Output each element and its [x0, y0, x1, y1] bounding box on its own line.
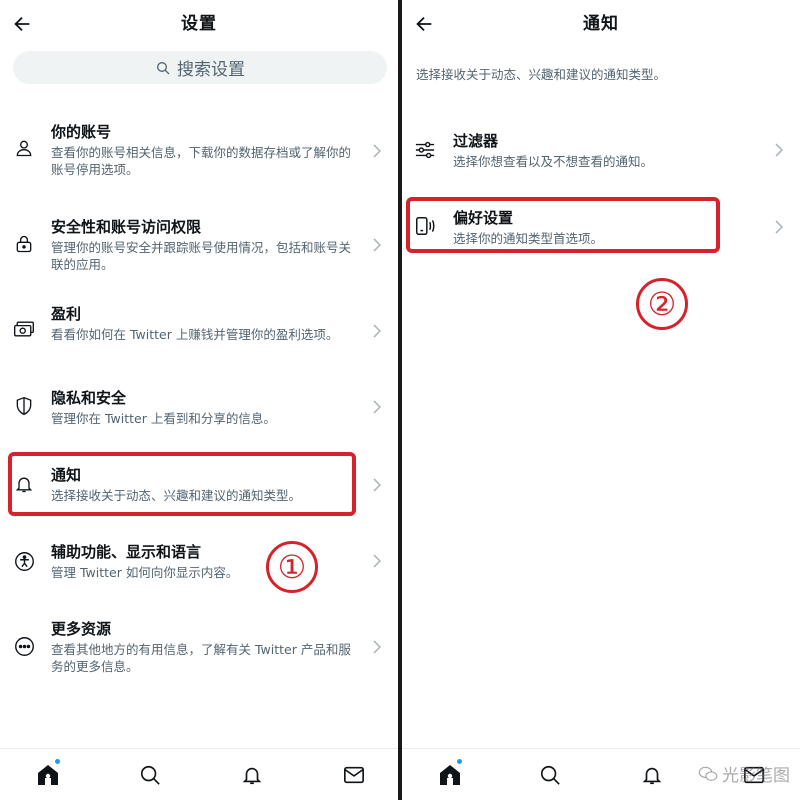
- notifications-item-preferences[interactable]: 偏好设置 选择你的通知类型首选项。: [402, 207, 800, 251]
- home-icon: [38, 765, 58, 785]
- step-annotation-2: ②: [636, 278, 688, 330]
- settings-item-more-resources[interactable]: 更多资源 查看其他地方的有用信息，了解有关 Twitter 产品和服务的更多信息…: [0, 618, 398, 678]
- item-title: 偏好设置: [453, 209, 514, 227]
- tab-home[interactable]: [34, 758, 62, 789]
- lock-icon: [13, 233, 35, 255]
- tab-notifications[interactable]: [638, 761, 666, 789]
- bell-icon: [242, 767, 262, 785]
- wechat-icon: [698, 766, 718, 781]
- page-subtitle: 选择接收关于动态、兴趣和建议的通知类型。: [416, 67, 667, 82]
- notification-dot: [456, 758, 463, 765]
- watermark: 光影笔图: [698, 761, 790, 786]
- item-desc: 选择接收关于动态、兴趣和建议的通知类型。: [51, 488, 302, 503]
- item-desc: 选择你想查看以及不想查看的通知。: [453, 154, 654, 169]
- notifications-item-filters[interactable]: 过滤器 选择你想查看以及不想查看的通知。: [402, 130, 800, 174]
- item-title: 安全性和账号访问权限: [51, 218, 202, 236]
- bottom-tab-bar: [0, 748, 398, 800]
- settings-item-accessibility[interactable]: 辅助功能、显示和语言 管理 Twitter 如何向你显示内容。: [0, 541, 398, 585]
- money-icon: [13, 318, 35, 340]
- tab-messages[interactable]: [340, 761, 368, 789]
- item-title: 隐私和安全: [51, 389, 127, 407]
- chevron-right-icon: [370, 637, 384, 657]
- top-bar: 通知: [402, 0, 800, 44]
- settings-item-notifications[interactable]: 通知 选择接收关于动态、兴趣和建议的通知类型。: [0, 464, 398, 508]
- item-desc: 选择你的通知类型首选项。: [453, 231, 604, 246]
- item-title: 盈利: [51, 305, 82, 323]
- item-desc: 查看你的账号相关信息，下载你的数据存档或了解你的账号停用选项。: [51, 145, 352, 177]
- search-placeholder: 搜索设置: [177, 60, 245, 80]
- settings-panel: 设置 搜索设置 你的账号 查看你的账号相关信息，下载你的数据存档或了解你的账号停…: [0, 0, 398, 800]
- page-title: 通知: [583, 14, 619, 34]
- item-title: 过滤器: [453, 132, 499, 150]
- watermark-text: 光影笔图: [722, 766, 790, 786]
- phone-notification-icon: [414, 215, 436, 237]
- search-input[interactable]: 搜索设置: [13, 51, 387, 84]
- item-desc: 查看其他地方的有用信息，了解有关 Twitter 产品和服务的更多信息。: [51, 642, 351, 674]
- item-title: 通知: [51, 466, 82, 484]
- search-icon: [157, 61, 170, 74]
- more-icon: [13, 635, 35, 657]
- bell-icon: [13, 473, 35, 495]
- accessibility-icon: [13, 550, 35, 572]
- item-title: 更多资源: [51, 620, 112, 638]
- chevron-right-icon: [370, 475, 384, 495]
- search-icon: [540, 765, 560, 785]
- item-desc: 看看你如何在 Twitter 上赚钱并管理你的盈利选项。: [51, 327, 339, 342]
- chevron-right-icon: [370, 235, 384, 255]
- chevron-right-icon: [370, 551, 384, 571]
- filter-sliders-icon: [414, 139, 436, 161]
- chevron-right-icon: [370, 321, 384, 341]
- search-icon: [140, 765, 160, 785]
- home-icon: [440, 765, 460, 785]
- settings-item-privacy[interactable]: 隐私和安全 管理你在 Twitter 上看到和分享的信息。: [0, 387, 398, 431]
- chevron-right-icon: [772, 140, 786, 160]
- tab-notifications[interactable]: [238, 761, 266, 789]
- top-bar: 设置: [0, 0, 398, 44]
- item-desc: 管理你在 Twitter 上看到和分享的信息。: [51, 411, 276, 426]
- chevron-right-icon: [772, 217, 786, 237]
- page-title: 设置: [181, 14, 217, 34]
- tab-search[interactable]: [136, 761, 164, 789]
- notification-dot: [54, 758, 61, 765]
- settings-item-account[interactable]: 你的账号 查看你的账号相关信息，下载你的数据存档或了解你的账号停用选项。: [0, 121, 398, 181]
- chevron-right-icon: [370, 141, 384, 161]
- bell-icon: [642, 767, 662, 785]
- item-desc: 管理你的账号安全并跟踪账号使用情况，包括和账号关联的应用。: [51, 240, 352, 272]
- settings-item-security[interactable]: 安全性和账号访问权限 管理你的账号安全并跟踪账号使用情况，包括和账号关联的应用。: [0, 216, 398, 276]
- tab-search[interactable]: [536, 761, 564, 789]
- mail-icon: [344, 766, 364, 784]
- tab-home[interactable]: [436, 758, 464, 789]
- item-title: 你的账号: [51, 123, 112, 141]
- chevron-right-icon: [370, 397, 384, 417]
- shield-icon: [13, 395, 35, 417]
- settings-item-monetization[interactable]: 盈利 看看你如何在 Twitter 上赚钱并管理你的盈利选项。: [0, 303, 398, 363]
- notifications-panel: 通知 选择接收关于动态、兴趣和建议的通知类型。 过滤器 选择你想查看以及不想查看…: [402, 0, 800, 800]
- step-annotation-1: ①: [266, 541, 318, 593]
- person-icon: [13, 137, 35, 159]
